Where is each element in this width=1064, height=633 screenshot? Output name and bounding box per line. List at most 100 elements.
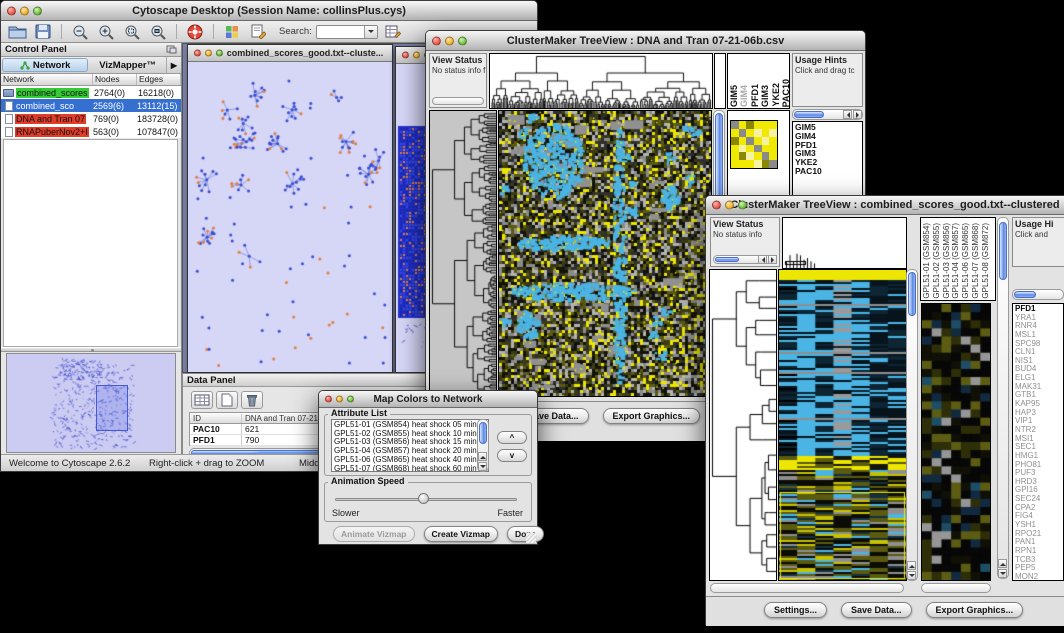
- gene-label[interactable]: PAN1: [1015, 538, 1063, 547]
- view-status-scrollbar[interactable]: [432, 97, 484, 105]
- annotation-icon[interactable]: [247, 22, 269, 41]
- gene-label[interactable]: SPC98: [1015, 340, 1063, 349]
- treeview2-genes-hscrollbar[interactable]: [1012, 289, 1064, 300]
- dialog-button[interactable]: Create Vizmap: [424, 526, 498, 542]
- column-label[interactable]: GIM5: [730, 85, 739, 107]
- treeview1-button[interactable]: Export Graphics...: [603, 408, 701, 424]
- treeview1-row-dendrogram[interactable]: [429, 110, 497, 397]
- new-document-icon[interactable]: [216, 391, 238, 409]
- treeview1-top-scroll-gutter[interactable]: [714, 53, 726, 109]
- panel-splitter[interactable]: [1, 347, 181, 352]
- dialog-titlebar[interactable]: Map Colors to Network: [319, 391, 537, 408]
- scrollbar-thumb[interactable]: [1014, 291, 1036, 298]
- gene-label[interactable]: CPA2: [1015, 504, 1063, 513]
- treeview2-heatmap[interactable]: [778, 269, 907, 581]
- column-network[interactable]: Network: [1, 74, 93, 85]
- column-label[interactable]: GPL51-06 (GSM865): [962, 223, 971, 299]
- float-panel-icon[interactable]: [166, 45, 177, 54]
- help-lifering-icon[interactable]: [184, 22, 206, 41]
- scrollbar-thumb[interactable]: [999, 222, 1007, 280]
- gene-label[interactable]: PHO81: [1015, 461, 1063, 470]
- minimize-button[interactable]: [205, 50, 212, 57]
- gene-label[interactable]: TCB3: [1015, 556, 1063, 565]
- gene-label[interactable]: KAP95: [1015, 400, 1063, 409]
- treeview2-titlebar[interactable]: ClusterMaker TreeView : combined_scores_…: [706, 196, 1064, 215]
- gene-label[interactable]: MSL1: [1015, 331, 1063, 340]
- column-label[interactable]: YKE2: [772, 83, 781, 107]
- tab-network[interactable]: Network: [2, 58, 88, 72]
- column-label[interactable]: GIM4: [740, 85, 749, 107]
- zoom-button[interactable]: [33, 6, 42, 15]
- minimize-button[interactable]: [413, 52, 420, 59]
- trash-icon[interactable]: [241, 391, 263, 409]
- treeview2-row-dendrogram[interactable]: [709, 269, 777, 581]
- column-label[interactable]: GIM3: [761, 85, 770, 107]
- scrollbar-thumb[interactable]: [479, 422, 487, 444]
- treeview1-mini-heatmap[interactable]: [730, 120, 778, 169]
- minimize-button[interactable]: [725, 201, 734, 210]
- treeview2-bottom-hscrollbar-2[interactable]: [921, 583, 991, 593]
- slider-thumb[interactable]: [418, 493, 429, 504]
- column-nodes[interactable]: Nodes: [93, 74, 137, 85]
- treeview2-bottom-hscrollbar[interactable]: [710, 583, 904, 593]
- zoom-selected-icon[interactable]: [147, 22, 169, 41]
- zoom-button[interactable]: [347, 396, 354, 403]
- column-label[interactable]: GPL51-08 (GSM872): [982, 223, 991, 299]
- attribute-list-scrollbar[interactable]: [477, 419, 489, 472]
- attribute-list-item[interactable]: GPL51-07 (GSM868) heat shock 60 min: [334, 465, 486, 472]
- gene-label[interactable]: HAP3: [1015, 409, 1063, 418]
- gene-label[interactable]: MSI1: [1015, 435, 1063, 444]
- gene-label[interactable]: PFD1: [1015, 305, 1063, 314]
- network-view-titlebar[interactable]: combined_scores_good.txt--cluste...: [188, 45, 392, 62]
- tab-vizmapper[interactable]: VizMapper™: [89, 57, 166, 73]
- treeview2-button[interactable]: Save Data...: [841, 602, 912, 618]
- plugin-grid-icon[interactable]: [221, 22, 243, 41]
- save-button[interactable]: [32, 22, 54, 41]
- birdseye-view[interactable]: [6, 353, 176, 453]
- gene-label[interactable]: NTR2: [1015, 426, 1063, 435]
- zoom-out-icon[interactable]: [69, 22, 91, 41]
- row-label[interactable]: PAC10: [795, 167, 862, 176]
- gene-label[interactable]: CLN1: [1015, 348, 1063, 357]
- gene-label[interactable]: MON2: [1015, 573, 1063, 581]
- gene-label[interactable]: PEP5: [1015, 564, 1063, 573]
- treeview2-right-vscrollbar[interactable]: [997, 217, 1009, 579]
- zoom-fit-icon[interactable]: [121, 22, 143, 41]
- column-label[interactable]: GPL51-07 (GSM868): [972, 223, 981, 299]
- zoom-button[interactable]: [738, 201, 747, 210]
- gene-label[interactable]: RNR4: [1015, 322, 1063, 331]
- close-button[interactable]: [7, 6, 16, 15]
- network-row[interactable]: combined_scores 2764(0) 16218(0): [1, 86, 181, 99]
- treeview1-heatmap[interactable]: [498, 110, 712, 397]
- search-dropdown-button[interactable]: [364, 26, 377, 38]
- gene-label[interactable]: GPI16: [1015, 486, 1063, 495]
- dialog-button[interactable]: Animate Vizmap: [333, 526, 415, 542]
- minimize-button[interactable]: [336, 396, 343, 403]
- column-label[interactable]: PAC10: [782, 79, 791, 107]
- close-button[interactable]: [402, 52, 409, 59]
- minimize-button[interactable]: [20, 6, 29, 15]
- gene-label[interactable]: RPN1: [1015, 547, 1063, 556]
- zoom-in-icon[interactable]: [95, 22, 117, 41]
- gene-label[interactable]: MAK31: [1015, 383, 1063, 392]
- close-button[interactable]: [712, 201, 721, 210]
- column-edges[interactable]: Edges: [137, 74, 181, 85]
- gene-label[interactable]: NIS1: [1015, 357, 1063, 366]
- gene-label[interactable]: HRD3: [1015, 478, 1063, 487]
- move-down-button[interactable]: v: [497, 449, 527, 462]
- scrollbar-thumb[interactable]: [908, 272, 916, 316]
- table-icon[interactable]: [191, 391, 213, 409]
- close-button[interactable]: [194, 50, 201, 57]
- treeview2-button[interactable]: Export Graphics...: [926, 602, 1024, 618]
- gene-label[interactable]: ELG1: [1015, 374, 1063, 383]
- gene-label[interactable]: BUD4: [1015, 365, 1063, 374]
- attribute-editor-icon[interactable]: [382, 22, 404, 41]
- zoom-button[interactable]: [216, 50, 223, 57]
- birdseye-viewport-rect[interactable]: [96, 385, 128, 431]
- gene-label[interactable]: RPO21: [1015, 530, 1063, 539]
- gene-label[interactable]: GTB1: [1015, 391, 1063, 400]
- close-button[interactable]: [432, 36, 441, 45]
- view-status-scrollbar[interactable]: [713, 255, 777, 264]
- gene-label[interactable]: HMG1: [1015, 452, 1063, 461]
- tab-overflow-button[interactable]: ▶: [166, 57, 181, 73]
